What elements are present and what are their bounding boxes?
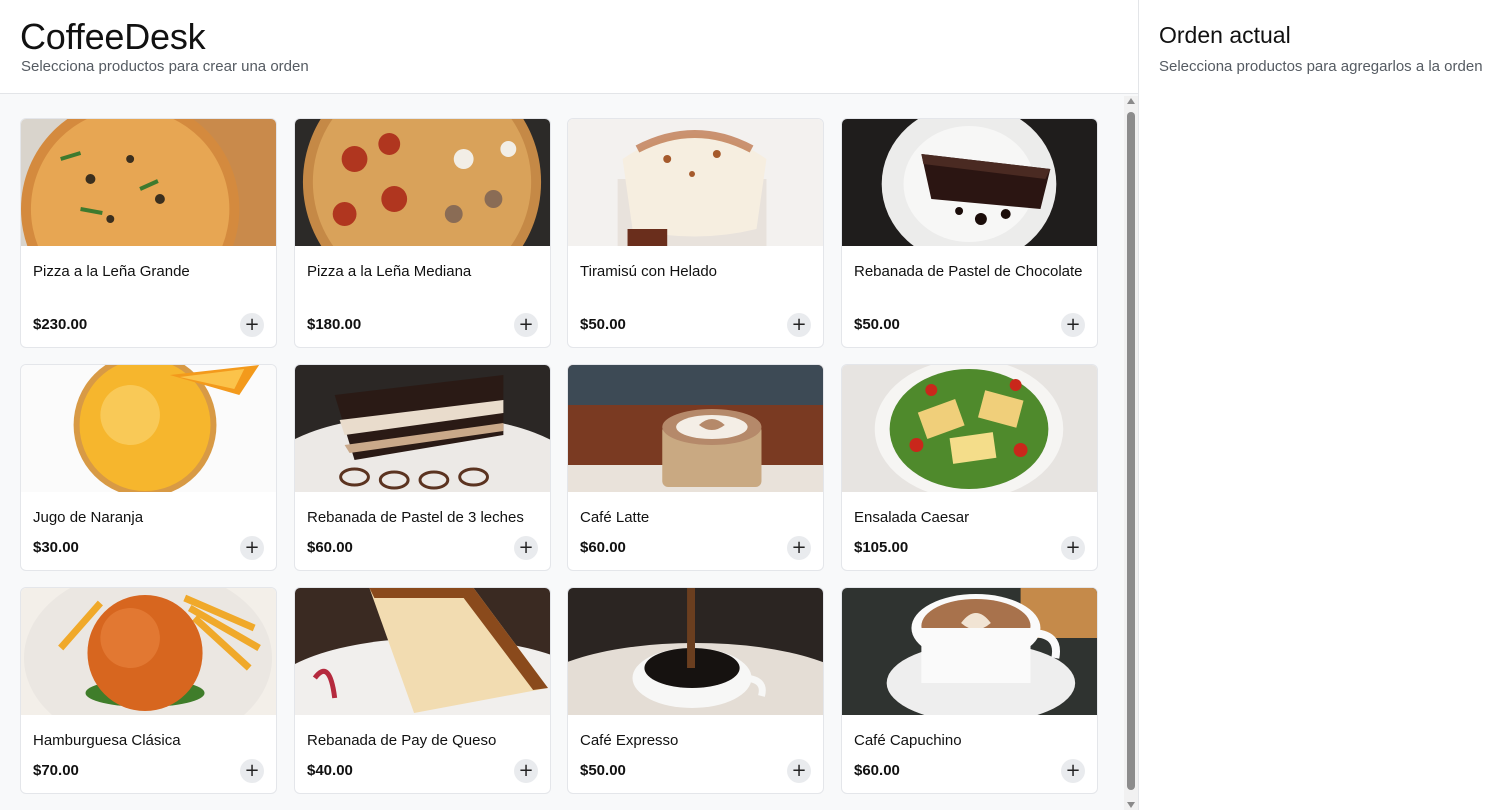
tiramisu-image <box>568 119 823 246</box>
scrollbar[interactable] <box>1124 96 1138 810</box>
add-to-order-button[interactable]: + <box>514 313 538 337</box>
product-price: $30.00 <box>33 539 79 556</box>
product-name: Café Capuchino <box>854 732 962 749</box>
add-to-order-button[interactable]: + <box>240 759 264 783</box>
product-name: Rebanada de Pastel de 3 leches <box>307 509 524 526</box>
orange-juice-image <box>21 365 276 492</box>
product-price: $50.00 <box>854 316 900 333</box>
product-price: $60.00 <box>580 539 626 556</box>
burger-image <box>21 588 276 715</box>
order-panel: Orden actual Selecciona productos para a… <box>1138 0 1511 810</box>
product-card[interactable]: Café Expresso $50.00 + <box>567 587 824 794</box>
app-title: CoffeeDesk <box>20 16 206 57</box>
product-price: $50.00 <box>580 762 626 779</box>
product-card[interactable]: Rebanada de Pastel de Chocolate $50.00 + <box>841 118 1098 348</box>
caesar-salad-image <box>842 365 1097 492</box>
product-name: Café Expresso <box>580 732 679 749</box>
app-subtitle: Selecciona productos para crear una orde… <box>21 58 309 75</box>
pizza-image <box>21 119 276 246</box>
add-to-order-button[interactable]: + <box>1061 313 1085 337</box>
product-name: Pizza a la Leña Grande <box>33 263 190 280</box>
product-card[interactable]: Ensalada Caesar $105.00 + <box>841 364 1098 571</box>
product-name: Café Latte <box>580 509 650 526</box>
chocolate-cake-image <box>842 119 1097 246</box>
product-name: Pizza a la Leña Mediana <box>307 263 472 280</box>
product-name: Ensalada Caesar <box>854 509 970 526</box>
product-card[interactable]: Café Capuchino $60.00 + <box>841 587 1098 794</box>
product-price: $60.00 <box>854 762 900 779</box>
product-card[interactable]: Jugo de Naranja $30.00 + <box>20 364 277 571</box>
product-price: $70.00 <box>33 762 79 779</box>
product-card[interactable]: Café Latte $60.00 + <box>567 364 824 571</box>
product-price: $105.00 <box>854 539 909 556</box>
add-to-order-button[interactable]: + <box>240 313 264 337</box>
add-to-order-button[interactable]: + <box>787 313 811 337</box>
header: CoffeeDesk Selecciona productos para cre… <box>0 0 1138 94</box>
pizza-pepperoni-image <box>295 119 550 246</box>
product-price: $50.00 <box>580 316 626 333</box>
product-card[interactable]: Tiramisú con Helado $50.00 + <box>567 118 824 348</box>
product-card[interactable]: Rebanada de Pastel de 3 leches $60.00 + <box>294 364 551 571</box>
add-to-order-button[interactable]: + <box>1061 759 1085 783</box>
add-to-order-button[interactable]: + <box>787 536 811 560</box>
product-price: $230.00 <box>33 316 88 333</box>
order-subtitle: Selecciona productos para agregarlos a l… <box>1159 58 1483 75</box>
product-card[interactable]: Pizza a la Leña Grande $230.00 + <box>20 118 277 348</box>
product-name: Tiramisú con Helado <box>580 263 717 280</box>
add-to-order-button[interactable]: + <box>514 536 538 560</box>
add-to-order-button[interactable]: + <box>787 759 811 783</box>
latte-image <box>568 365 823 492</box>
cappuccino-image <box>842 588 1097 715</box>
product-name: Jugo de Naranja <box>33 509 144 526</box>
product-name: Rebanada de Pay de Queso <box>307 732 497 749</box>
add-to-order-button[interactable]: + <box>514 759 538 783</box>
espresso-image <box>568 588 823 715</box>
scroll-down-arrow-icon[interactable] <box>1127 802 1135 808</box>
product-price: $60.00 <box>307 539 353 556</box>
cheesecake-image <box>295 588 550 715</box>
product-name: Rebanada de Pastel de Chocolate <box>854 263 1083 280</box>
three-milk-cake-image <box>295 365 550 492</box>
product-name: Hamburguesa Clásica <box>33 732 181 749</box>
product-card[interactable]: Hamburguesa Clásica $70.00 + <box>20 587 277 794</box>
product-card[interactable]: Rebanada de Pay de Queso $40.00 + <box>294 587 551 794</box>
product-card[interactable]: Pizza a la Leña Mediana $180.00 + <box>294 118 551 348</box>
product-price: $180.00 <box>307 316 362 333</box>
order-title: Orden actual <box>1159 22 1291 48</box>
product-price: $40.00 <box>307 762 353 779</box>
add-to-order-button[interactable]: + <box>240 536 264 560</box>
scrollbar-thumb[interactable] <box>1127 112 1135 790</box>
products-panel: CoffeeDesk Selecciona productos para cre… <box>0 0 1138 810</box>
scroll-up-arrow-icon[interactable] <box>1127 98 1135 104</box>
add-to-order-button[interactable]: + <box>1061 536 1085 560</box>
